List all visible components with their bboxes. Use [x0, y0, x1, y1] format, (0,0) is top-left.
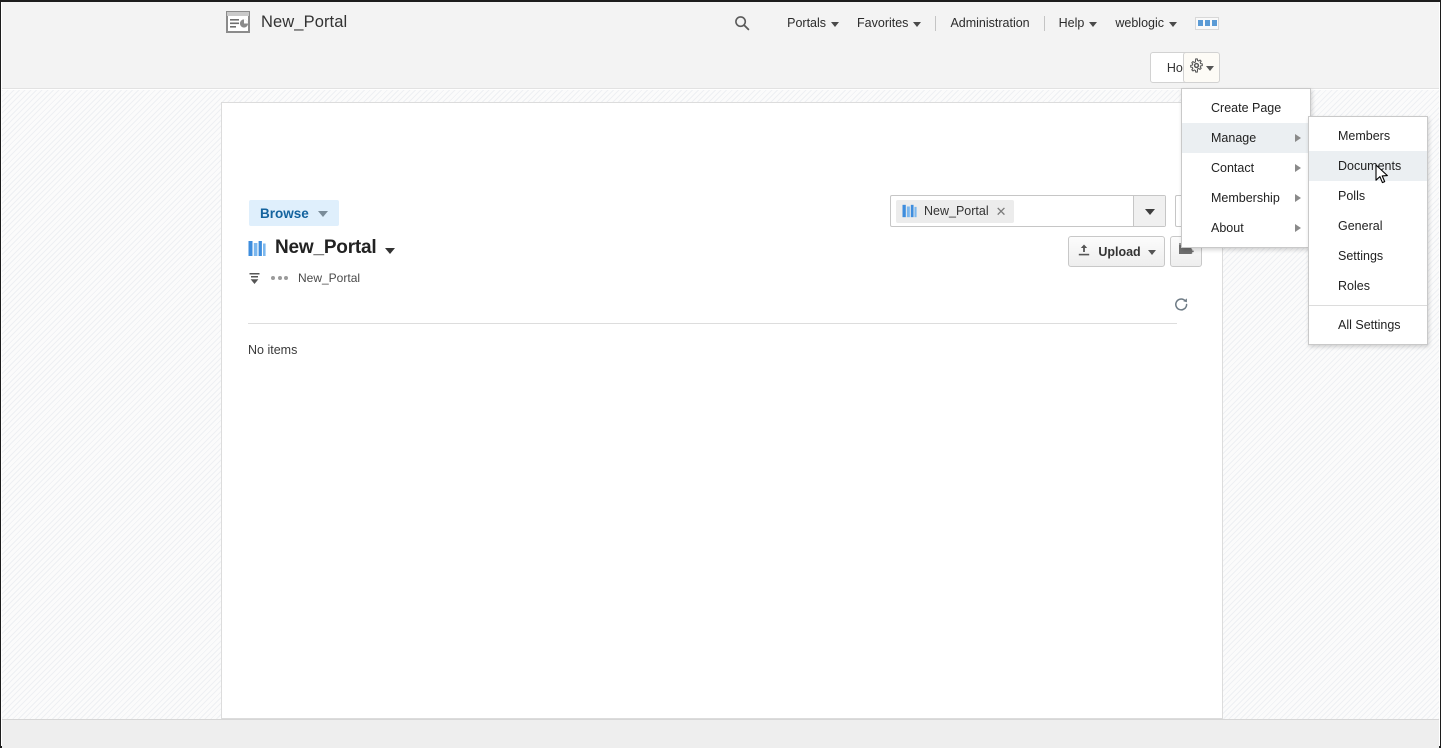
dot [1211, 20, 1217, 26]
refresh-icon [1173, 296, 1190, 318]
menu-item-label: About [1211, 221, 1244, 235]
chevron-down-icon [1147, 250, 1156, 255]
submenu-item-settings[interactable]: Settings [1309, 241, 1427, 271]
nav-item-label: weblogic [1115, 16, 1164, 30]
menu-item-create-page[interactable]: Create Page [1182, 93, 1310, 123]
global-header: New_Portal Portals Favorites Administrat… [2, 2, 1439, 89]
menu-item-label: Membership [1211, 191, 1280, 205]
submenu-item-members[interactable]: Members [1309, 121, 1427, 151]
submenu-item-polls[interactable]: Polls [1309, 181, 1427, 211]
chevron-right-icon [1295, 224, 1301, 232]
nav-divider [1043, 15, 1045, 31]
refresh-button[interactable] [1168, 295, 1194, 319]
actions-gear-button[interactable] [1183, 52, 1220, 83]
menu-item-label: All Settings [1338, 318, 1401, 332]
nav-item-administration[interactable]: Administration [941, 14, 1038, 32]
chevron-down-icon [1169, 21, 1177, 27]
books-icon [248, 240, 266, 257]
nav-item-label: Administration [950, 16, 1030, 30]
nav-item-portals[interactable]: Portals [778, 14, 848, 32]
search-chip: New_Portal ✕ [896, 199, 1014, 223]
chevron-right-icon [1295, 194, 1301, 202]
chevron-right-icon [1295, 134, 1301, 142]
nav-item-label: Portals [787, 16, 827, 30]
menu-item-label: Roles [1338, 279, 1370, 293]
documents-content-panel: Browse New_Portal New_Portal New_Portal … [221, 102, 1223, 719]
browse-label: Browse [260, 205, 309, 221]
submenu-item-general[interactable]: General [1309, 211, 1427, 241]
nav-item-help[interactable]: Help [1050, 14, 1107, 32]
upload-label: Upload [1098, 244, 1141, 259]
portal-name-label: New_Portal [275, 237, 377, 258]
menu-item-manage[interactable]: Manage [1182, 123, 1310, 153]
dot [1204, 20, 1210, 26]
menu-item-about[interactable]: About [1182, 213, 1310, 243]
page-title: New_Portal [261, 12, 348, 31]
search-icon[interactable] [734, 15, 750, 31]
menu-item-label: Members [1338, 129, 1391, 143]
header-navigation: Portals Favorites Administration Help we… [734, 14, 1219, 32]
dot [1197, 20, 1203, 26]
search-filter-input[interactable]: New_Portal ✕ [890, 195, 1166, 227]
chevron-down-icon [1144, 209, 1155, 215]
application-window: New_Portal Portals Favorites Administrat… [0, 0, 1441, 748]
header-bottom-row: Home [2, 48, 1439, 89]
header-top-row: New_Portal Portals Favorites Administrat… [2, 2, 1439, 48]
chevron-down-icon [1206, 66, 1214, 71]
breadcrumb: New_Portal [248, 271, 360, 285]
chevron-down-icon[interactable] [385, 248, 396, 254]
search-chip-label: New_Portal [924, 204, 989, 218]
upload-icon [1077, 243, 1091, 260]
page-footer-strip [2, 719, 1439, 748]
gear-icon [1189, 57, 1204, 78]
nav-item-user-weblogic[interactable]: weblogic [1106, 14, 1186, 32]
chevron-down-icon [913, 21, 922, 27]
menu-item-label: Manage [1211, 131, 1257, 145]
browse-button[interactable]: Browse [249, 200, 339, 226]
more-apps-icon[interactable] [1195, 16, 1219, 30]
breadcrumb-item[interactable]: New_Portal [298, 271, 360, 285]
chevron-down-icon [831, 21, 840, 27]
dot [277, 276, 282, 280]
upload-button[interactable]: Upload [1068, 236, 1165, 267]
manage-submenu: Members Documents Polls General Settings… [1308, 116, 1428, 345]
menu-item-label: Polls [1338, 189, 1366, 203]
nav-divider [935, 15, 937, 31]
menu-item-label: Documents [1338, 159, 1402, 173]
close-icon[interactable]: ✕ [996, 205, 1007, 218]
empty-state-message: No items [248, 343, 298, 357]
menu-item-label: Contact [1211, 161, 1255, 175]
menu-item-label: Create Page [1211, 101, 1282, 115]
actions-menu: Create Page Manage Contact Membership Ab… [1181, 88, 1311, 248]
chevron-right-icon [1295, 164, 1301, 172]
submenu-item-roles[interactable]: Roles [1309, 271, 1427, 301]
menu-divider [1309, 305, 1427, 306]
menu-item-membership[interactable]: Membership [1182, 183, 1310, 213]
menu-item-contact[interactable]: Contact [1182, 153, 1310, 183]
chevron-down-icon [1089, 21, 1098, 27]
sort-descending-icon[interactable] [248, 272, 261, 285]
nav-item-label: Help [1058, 16, 1085, 30]
chevron-down-icon [317, 211, 328, 217]
submenu-item-all-settings[interactable]: All Settings [1309, 310, 1427, 340]
menu-item-label: General [1338, 219, 1383, 233]
list-divider [248, 323, 1177, 324]
dot [284, 276, 288, 280]
nav-item-favorites[interactable]: Favorites [848, 14, 930, 32]
search-scope-dropdown[interactable] [1133, 196, 1165, 226]
nav-item-label: Favorites [857, 16, 909, 30]
menu-item-label: Settings [1338, 249, 1384, 263]
dot [271, 276, 275, 280]
books-icon [902, 204, 917, 218]
submenu-item-documents[interactable]: Documents [1309, 151, 1427, 181]
portal-header: New_Portal [248, 237, 396, 259]
brand: New_Portal [226, 11, 347, 33]
portal-dashboard-icon [226, 11, 250, 33]
ellipsis-icon[interactable] [271, 276, 288, 280]
